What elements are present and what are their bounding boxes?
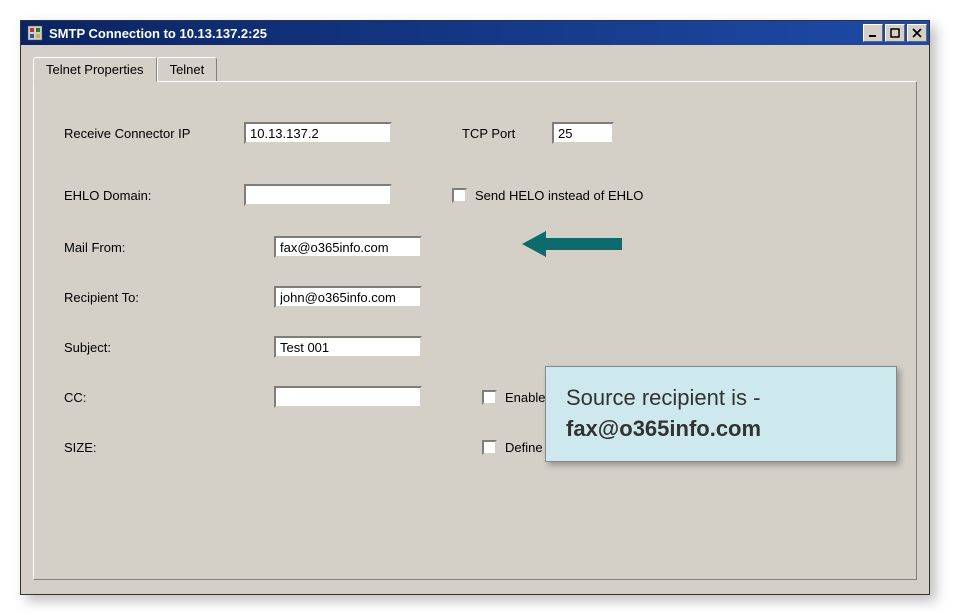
maximize-button[interactable] <box>885 24 905 42</box>
label-mail-from: Mail From: <box>64 240 274 255</box>
label-ehlo-domain: EHLO Domain: <box>64 188 244 203</box>
app-icon <box>27 25 43 41</box>
label-cc: CC: <box>64 390 274 405</box>
input-receive-connector-ip[interactable] <box>244 122 392 144</box>
label-receive-connector-ip: Receive Connector IP <box>64 126 244 141</box>
input-tcp-port[interactable] <box>552 122 614 144</box>
titlebar: SMTP Connection to 10.13.137.2:25 <box>21 21 929 45</box>
window-controls <box>863 24 927 42</box>
label-recipient-to: Recipient To: <box>64 290 274 305</box>
client-area: Telnet Properties Telnet Receive Connect… <box>21 45 929 594</box>
input-ehlo-domain[interactable] <box>244 184 392 206</box>
row-receive-connector: Receive Connector IP TCP Port <box>64 122 886 144</box>
input-mail-from[interactable] <box>274 236 422 258</box>
label-subject: Subject: <box>64 340 274 355</box>
row-ehlo-domain: EHLO Domain: Send HELO instead of EHLO <box>64 184 886 206</box>
input-cc[interactable] <box>274 386 422 408</box>
input-recipient-to[interactable] <box>274 286 422 308</box>
tab-telnet-properties[interactable]: Telnet Properties <box>33 57 157 82</box>
callout-line1: Source recipient is - <box>566 383 876 414</box>
tab-panel-telnet-properties: Receive Connector IP TCP Port EHLO Domai… <box>33 81 917 580</box>
close-button[interactable] <box>907 24 927 42</box>
tab-telnet[interactable]: Telnet <box>157 57 218 81</box>
input-subject[interactable] <box>274 336 422 358</box>
checkbox-send-helo[interactable] <box>452 188 467 203</box>
minimize-button[interactable] <box>863 24 883 42</box>
annotation-callout: Source recipient is - fax@o365info.com <box>545 366 897 462</box>
row-subject: Subject: <box>64 336 886 358</box>
row-mail-from: Mail From: <box>64 236 886 258</box>
label-tcp-port: TCP Port <box>462 126 552 141</box>
row-recipient-to: Recipient To: <box>64 286 886 308</box>
callout-line2: fax@o365info.com <box>566 414 876 445</box>
checkbox-define-size[interactable] <box>482 440 497 455</box>
label-send-helo: Send HELO instead of EHLO <box>475 188 643 203</box>
window-title: SMTP Connection to 10.13.137.2:25 <box>47 26 863 41</box>
tabs-row: Telnet Properties Telnet <box>33 57 917 81</box>
label-size: SIZE: <box>64 440 274 455</box>
checkbox-enable-cc[interactable] <box>482 390 497 405</box>
app-window: SMTP Connection to 10.13.137.2:25 Telnet… <box>20 20 930 595</box>
tab-group: Telnet Properties Telnet Receive Connect… <box>33 57 917 582</box>
checkbox-send-helo-wrap: Send HELO instead of EHLO <box>452 188 643 203</box>
